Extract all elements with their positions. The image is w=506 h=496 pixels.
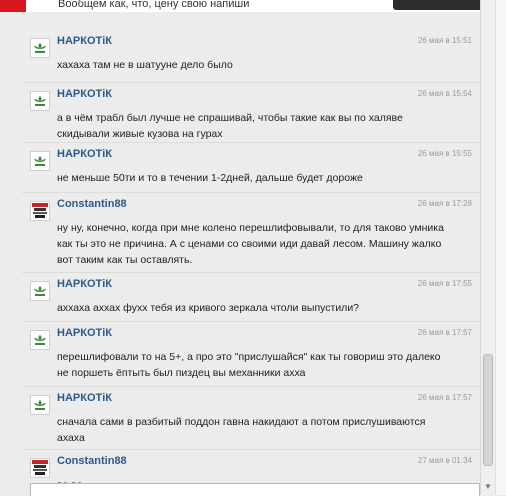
author-name[interactable]: НАРКОТiК bbox=[57, 35, 112, 47]
message-divider bbox=[22, 321, 480, 322]
author-name[interactable]: НАРКОТiК bbox=[57, 148, 112, 160]
message-timestamp: 26 мая в 17:57 bbox=[417, 328, 472, 337]
poster-avatar-icon[interactable] bbox=[30, 201, 50, 221]
adidas-logo-icon[interactable] bbox=[30, 151, 50, 171]
author-name[interactable]: НАРКОТiК bbox=[57, 88, 112, 100]
message-line: скидывали живые кузова на гурах bbox=[57, 128, 223, 140]
previous-message-text: Вообщем как, что, цену свою напиши bbox=[58, 0, 250, 10]
message-divider bbox=[22, 449, 480, 450]
message-text: ну ну, конечно, когда при мне колено пер… bbox=[57, 220, 477, 268]
message-timestamp: 26 мая в 15:55 bbox=[417, 149, 472, 158]
message-line: хахаха там не в шатууне дело было bbox=[57, 59, 233, 71]
message-text: перешлифовали то на 5+, а про это "присл… bbox=[57, 349, 477, 381]
message-divider bbox=[22, 192, 480, 193]
adidas-logo-icon[interactable] bbox=[30, 281, 50, 301]
message-line: а в чём трабл был лучше не спрашивай, чт… bbox=[57, 112, 403, 124]
author-name[interactable]: Constantin88 bbox=[57, 455, 127, 467]
message-list: НАРКОТiК 26 мая в 15:51 хахаха там не в ша… bbox=[0, 12, 480, 491]
message-input[interactable] bbox=[30, 483, 480, 496]
message-text: а в чём трабл был лучше не спрашивай, чт… bbox=[57, 110, 477, 142]
author-name[interactable]: НАРКОТiК bbox=[57, 327, 112, 339]
message-timestamp: 27 мая в 01:34 bbox=[417, 456, 472, 465]
message-divider bbox=[22, 142, 480, 143]
adidas-logo-icon[interactable] bbox=[30, 38, 50, 58]
message-line: ну ну, конечно, когда при мне колено пер… bbox=[57, 222, 444, 234]
message-line: как ты это не причина. А с ценами со сво… bbox=[57, 238, 442, 250]
message-line: аххаха аххах фухх тебя из кривого зеркал… bbox=[57, 302, 360, 314]
adidas-logo-icon[interactable] bbox=[30, 330, 50, 350]
message-timestamp: 26 мая в 15:54 bbox=[417, 89, 472, 98]
scroll-down-icon[interactable]: ▼ bbox=[481, 481, 495, 493]
poster-avatar-icon[interactable] bbox=[30, 458, 50, 478]
author-name[interactable]: НАРКОТiК bbox=[57, 392, 112, 404]
message-line: перешлифовали то на 5+, а про это "присл… bbox=[57, 351, 441, 363]
message-line: ахаха bbox=[57, 432, 85, 444]
brand-strip bbox=[0, 0, 26, 12]
message-line: сначала сами в разбитый поддон гавна нак… bbox=[57, 416, 426, 428]
author-name[interactable]: Constantin88 bbox=[57, 198, 127, 210]
message-divider bbox=[22, 386, 480, 387]
message-timestamp: 26 мая в 17:28 bbox=[417, 199, 472, 208]
message-text: хахаха там не в шатууне дело было bbox=[57, 57, 477, 73]
scrollbar-thumb[interactable] bbox=[483, 354, 493, 466]
message-text: аххаха аххах фухх тебя из кривого зеркал… bbox=[57, 300, 477, 316]
author-name[interactable]: НАРКОТiК bbox=[57, 278, 112, 290]
message-text: сначала сами в разбитый поддон гавна нак… bbox=[57, 414, 477, 446]
message-timestamp: 26 мая в 17:55 bbox=[417, 279, 472, 288]
message-text: не меньше 50ти и то в течении 1-2дней, д… bbox=[57, 170, 477, 186]
message-line: не меньше 50ти и то в течении 1-2дней, д… bbox=[57, 172, 363, 184]
message-line: не поршеть ёптыть был пиздец вы механник… bbox=[57, 367, 306, 379]
top-bar: Вообщем как, что, цену свою напиши bbox=[0, 0, 506, 12]
adidas-logo-icon[interactable] bbox=[30, 395, 50, 415]
message-divider bbox=[22, 272, 480, 273]
adidas-logo-icon[interactable] bbox=[30, 91, 50, 111]
window-edge bbox=[495, 0, 506, 495]
message-timestamp: 26 мая в 17:57 bbox=[417, 393, 472, 402]
message-line: вот таким как ты оставлять. bbox=[57, 254, 193, 266]
message-timestamp: 26 мая в 15:51 bbox=[417, 36, 472, 45]
message-divider bbox=[22, 82, 480, 83]
